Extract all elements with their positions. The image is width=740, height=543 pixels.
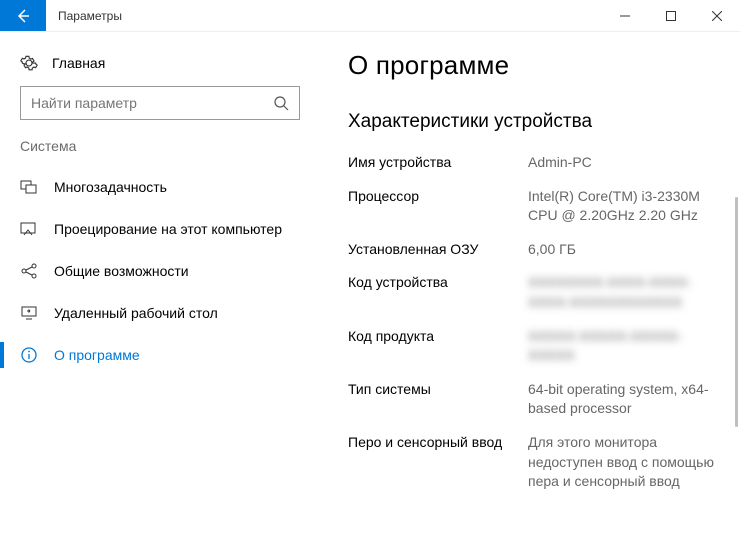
minimize-icon <box>620 11 630 21</box>
sidebar-item-label: Многозадачность <box>54 179 167 195</box>
spec-row-ram: Установленная ОЗУ 6,00 ГБ <box>348 240 720 260</box>
maximize-button[interactable] <box>648 0 694 31</box>
shared-icon <box>20 262 38 280</box>
sidebar: Главная Система Многозадачность <box>0 32 320 543</box>
spec-label: Процессор <box>348 187 528 226</box>
spec-value-redacted: XXXXXXXX-XXXX-XXXX-XXXX-XXXXXXXXXXXX <box>528 273 718 312</box>
spec-label: Перо и сенсорный ввод <box>348 433 528 492</box>
spec-value-redacted: XXXXX-XXXXX-XXXXX-XXXXX <box>528 327 718 366</box>
projecting-icon <box>20 220 38 238</box>
arrow-left-icon <box>15 8 31 24</box>
main-content: О программе Характеристики устройства Им… <box>320 32 740 543</box>
close-icon <box>712 11 722 21</box>
sidebar-item-about[interactable]: О программе <box>0 334 320 376</box>
spec-label: Установленная ОЗУ <box>348 240 528 260</box>
scrollbar-thumb[interactable] <box>735 197 738 427</box>
spec-value: Admin-PC <box>528 153 592 173</box>
section-title: Характеристики устройства <box>348 111 720 133</box>
spec-row-system-type: Тип системы 64-bit operating system, x64… <box>348 380 720 419</box>
remote-desktop-icon <box>20 304 38 322</box>
maximize-icon <box>666 11 676 21</box>
search-input[interactable] <box>31 95 273 111</box>
back-button[interactable] <box>0 0 46 31</box>
window-title: Параметры <box>46 0 134 31</box>
spec-value: 6,00 ГБ <box>528 240 576 260</box>
spec-label: Тип системы <box>348 380 528 419</box>
sidebar-item-multitasking[interactable]: Многозадачность <box>0 166 320 208</box>
spec-row-processor: Процессор Intel(R) Core(TM) i3-2330M CPU… <box>348 187 720 226</box>
minimize-button[interactable] <box>602 0 648 31</box>
spec-row-device-name: Имя устройства Admin-PC <box>348 153 720 173</box>
sidebar-item-label: Удаленный рабочий стол <box>54 305 218 321</box>
info-icon <box>20 346 38 364</box>
spec-label: Имя устройства <box>348 153 528 173</box>
spec-row-device-id: Код устройства XXXXXXXX-XXXX-XXXX-XXXX-X… <box>348 273 720 312</box>
gear-icon <box>20 54 38 72</box>
sidebar-home-label: Главная <box>52 55 105 71</box>
window-controls <box>602 0 740 31</box>
spec-row-product-id: Код продукта XXXXX-XXXXX-XXXXX-XXXXX <box>348 327 720 366</box>
close-button[interactable] <box>694 0 740 31</box>
sidebar-item-label: О программе <box>54 347 140 363</box>
spec-label: Код продукта <box>348 327 528 366</box>
multitasking-icon <box>20 178 38 196</box>
sidebar-home[interactable]: Главная <box>0 48 320 86</box>
sidebar-item-remote-desktop[interactable]: Удаленный рабочий стол <box>0 292 320 334</box>
spec-row-pen-touch: Перо и сенсорный ввод Для этого монитора… <box>348 433 720 492</box>
sidebar-item-label: Общие возможности <box>54 263 189 279</box>
sidebar-item-shared[interactable]: Общие возможности <box>0 250 320 292</box>
spec-value: Для этого монитора недоступен ввод с пом… <box>528 433 718 492</box>
search-icon <box>273 95 289 111</box>
nav-list: Многозадачность Проецирование на этот ко… <box>0 166 320 376</box>
sidebar-item-label: Проецирование на этот компьютер <box>54 221 282 237</box>
sidebar-group-label: Система <box>0 138 320 166</box>
spec-label: Код устройства <box>348 273 528 312</box>
spec-value: 64-bit operating system, x64-based proce… <box>528 380 718 419</box>
spec-value: Intel(R) Core(TM) i3-2330M CPU @ 2.20GHz… <box>528 187 718 226</box>
titlebar: Параметры <box>0 0 740 32</box>
sidebar-item-projecting[interactable]: Проецирование на этот компьютер <box>0 208 320 250</box>
page-title: О программе <box>348 50 720 81</box>
search-box[interactable] <box>20 86 300 120</box>
